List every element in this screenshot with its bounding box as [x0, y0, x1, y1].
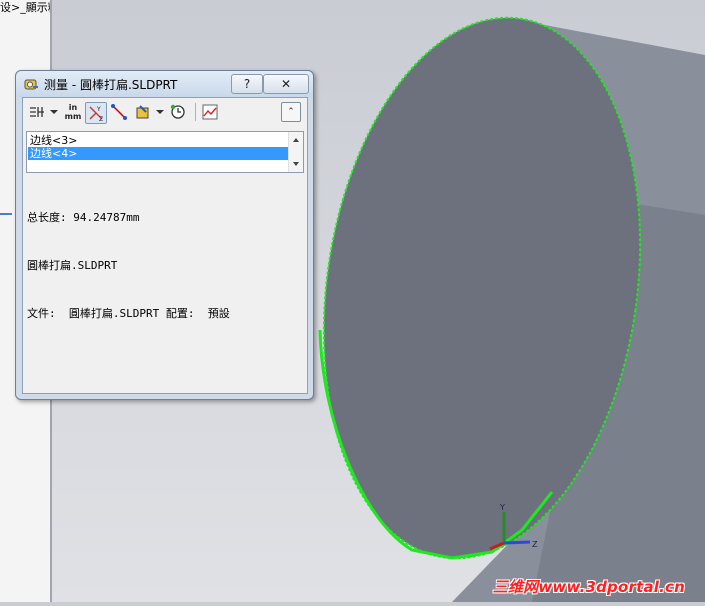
units-precision-icon[interactable]: in mm — [63, 102, 83, 123]
projection-icon[interactable] — [133, 102, 153, 122]
dialog-titlebar[interactable]: 测量 - 圓棒打扁.SLDPRT ? ✕ — [16, 71, 313, 97]
arc-circle-measure-icon[interactable] — [26, 102, 48, 122]
feature-tree-header-text: 设>_顯示粃 — [0, 1, 50, 14]
scroll-up-arrow-icon[interactable] — [293, 138, 299, 142]
triad-z-label: Z — [532, 540, 538, 549]
scroll-down-arrow-icon[interactable] — [293, 162, 299, 166]
help-button[interactable]: ? — [231, 74, 263, 94]
projection-dropdown-icon[interactable] — [156, 110, 164, 114]
collapse-button[interactable]: ⌃ — [281, 102, 301, 122]
toolbar-separator — [195, 103, 196, 121]
file-config-line: 文件: 圓棒打扁.SLDPRT 配置: 預設 — [27, 307, 230, 320]
svg-text:Y: Y — [96, 106, 101, 113]
close-button[interactable]: ✕ — [263, 74, 309, 94]
measure-toolbar: in mm YZ ⌃ — [23, 98, 307, 126]
create-sensor-icon[interactable] — [200, 102, 220, 122]
measure-results: 总长度: 94.24787mm 圓棒打扁.SLDPRT 文件: 圓棒打扁.SLD… — [27, 178, 230, 354]
list-item-selected[interactable]: 边线<4> — [28, 147, 290, 160]
dialog-title: 测量 - 圓棒打扁.SLDPRT — [44, 78, 178, 92]
show-xyz-measurements-icon[interactable]: YZ — [85, 102, 107, 124]
point-to-point-icon[interactable] — [109, 102, 129, 122]
triad-y-label: Y — [499, 503, 505, 512]
arc-options-dropdown-icon[interactable] — [50, 110, 58, 114]
svg-text:Z: Z — [99, 116, 103, 123]
part-name-line: 圓棒打扁.SLDPRT — [27, 259, 118, 272]
list-item[interactable]: 边线<3> — [28, 134, 290, 147]
measure-tape-icon — [24, 79, 38, 90]
units-label: in mm — [64, 103, 82, 121]
listbox-scrollbar[interactable] — [288, 132, 303, 172]
measure-dialog[interactable]: 测量 - 圓棒打扁.SLDPRT ? ✕ in mm YZ ⌃ 边线<3> 边线… — [15, 70, 314, 400]
total-length-line: 总长度: 94.24787mm — [27, 211, 140, 224]
watermark: 三维网www.3dportal.cn — [492, 578, 685, 596]
selection-listbox[interactable]: 边线<3> 边线<4> — [26, 131, 304, 173]
tree-connector-line — [0, 213, 12, 215]
dialog-body: in mm YZ ⌃ 边线<3> 边线<4> 总长度: 94.24787mm 圓… — [22, 97, 308, 394]
measurement-history-icon[interactable] — [168, 102, 188, 122]
